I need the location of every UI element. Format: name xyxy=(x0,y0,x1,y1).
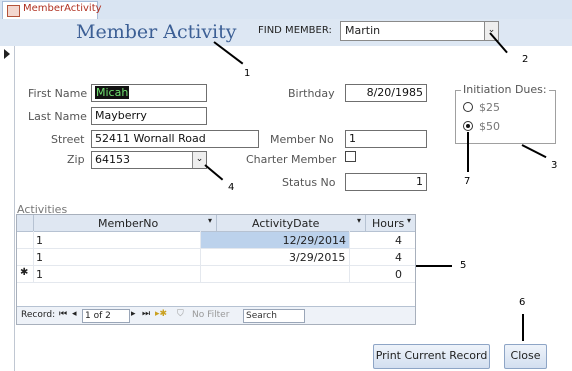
column-divider xyxy=(200,231,201,283)
first-name-value: Micah xyxy=(95,86,130,99)
initiation-dues-label: Initiation Dues: xyxy=(461,83,549,96)
charter-member-checkbox[interactable] xyxy=(345,151,356,162)
search-input[interactable]: Search xyxy=(243,309,305,323)
status-no-field[interactable]: 1 xyxy=(345,173,427,191)
filter-icon[interactable]: ⛉ xyxy=(177,309,184,319)
find-member-value: Martin xyxy=(345,24,381,37)
first-name-label: First Name xyxy=(28,87,88,100)
page-title: Member Activity xyxy=(76,21,237,43)
callout-number-2: 2 xyxy=(522,54,529,65)
column-header-memberno[interactable]: MemberNo ▾ xyxy=(33,215,217,231)
zip-label: Zip xyxy=(67,153,85,166)
activities-subform: MemberNo ▾ ActivityDate ▾ Hours ▾ 1 12/2… xyxy=(16,214,416,325)
callout-line-4 xyxy=(204,164,224,181)
previous-record-icon[interactable]: ◂ xyxy=(72,309,77,319)
dues-25-radio[interactable] xyxy=(463,102,473,112)
table-row[interactable]: 1 3/29/2015 4 xyxy=(17,249,415,266)
charter-member-label: Charter Member xyxy=(246,153,337,166)
chevron-down-icon[interactable]: ▾ xyxy=(357,216,361,225)
callout-number-4: 4 xyxy=(228,182,235,193)
column-header-activitydate[interactable]: ActivityDate ▾ xyxy=(217,215,366,231)
table-row[interactable]: 1 12/29/2014 4 xyxy=(17,232,415,249)
last-record-icon[interactable]: ⏭ xyxy=(142,309,150,319)
first-name-field[interactable]: Micah xyxy=(91,84,207,102)
column-divider xyxy=(349,231,350,283)
callout-line-6 xyxy=(522,314,524,341)
current-record-field[interactable]: 1 of 2 xyxy=(82,309,130,323)
street-field[interactable]: 52411 Wornall Road xyxy=(91,130,259,148)
street-label: Street xyxy=(51,133,85,146)
callout-number-3: 3 xyxy=(551,160,558,171)
callout-number-5: 5 xyxy=(460,260,467,271)
callout-line-5 xyxy=(416,265,452,267)
birthday-field[interactable]: 8/20/1985 xyxy=(345,84,427,102)
initiation-dues-group xyxy=(455,90,556,144)
tab-label: MemberActivity xyxy=(23,3,102,14)
column-divider xyxy=(33,231,34,283)
callout-line-3 xyxy=(521,144,547,159)
new-record-icon: ✱ xyxy=(20,267,29,278)
member-no-field[interactable]: 1 xyxy=(345,130,427,148)
form-icon xyxy=(7,5,20,17)
no-filter-button[interactable]: No Filter xyxy=(192,310,229,320)
record-selector[interactable] xyxy=(0,46,15,371)
callout-number-1: 1 xyxy=(244,68,251,79)
last-name-label: Last Name xyxy=(28,110,87,123)
selected-cell[interactable]: 12/29/2014 xyxy=(201,232,349,248)
callout-number-7: 7 xyxy=(464,176,471,187)
chevron-down-icon[interactable]: ▾ xyxy=(208,216,212,225)
status-no-label: Status No xyxy=(282,176,336,189)
find-member-combo[interactable]: Martin ⌄ xyxy=(340,21,499,41)
dues-25-label: $25 xyxy=(479,101,500,114)
zip-value: 64153 xyxy=(95,153,130,166)
new-record-row[interactable]: ✱ 1 0 xyxy=(17,266,415,283)
record-navigation-bar: Record: ⏮ ◂ 1 of 2 ▸ ⏭ ▸✱ ⛉ No Filter Se… xyxy=(17,306,415,324)
current-record-arrow-icon xyxy=(4,49,10,59)
print-current-record-button[interactable]: Print Current Record xyxy=(373,344,490,369)
member-no-label: Member No xyxy=(270,133,334,146)
last-name-field[interactable]: Mayberry xyxy=(91,107,207,125)
new-record-button-icon[interactable]: ▸✱ xyxy=(155,309,167,319)
first-record-icon[interactable]: ⏮ xyxy=(59,309,67,319)
radio-dot-icon xyxy=(466,124,470,128)
birthday-label: Birthday xyxy=(288,87,335,100)
next-record-icon[interactable]: ▸ xyxy=(131,309,136,319)
tab-memberactivity[interactable]: MemberActivity xyxy=(2,1,102,19)
find-member-label: FIND MEMBER: xyxy=(258,25,332,36)
dues-50-label: $50 xyxy=(479,120,500,133)
column-header-hours[interactable]: Hours ▾ xyxy=(366,215,415,231)
callout-line-7 xyxy=(467,132,469,172)
record-label: Record: xyxy=(21,310,56,320)
callout-number-6: 6 xyxy=(519,297,526,308)
zip-combo[interactable]: 64153 ⌄ xyxy=(91,151,207,169)
select-all-corner[interactable] xyxy=(17,215,34,231)
close-button[interactable]: Close xyxy=(504,344,547,369)
dues-50-radio[interactable] xyxy=(463,121,473,131)
chevron-down-icon[interactable]: ▾ xyxy=(407,216,411,225)
